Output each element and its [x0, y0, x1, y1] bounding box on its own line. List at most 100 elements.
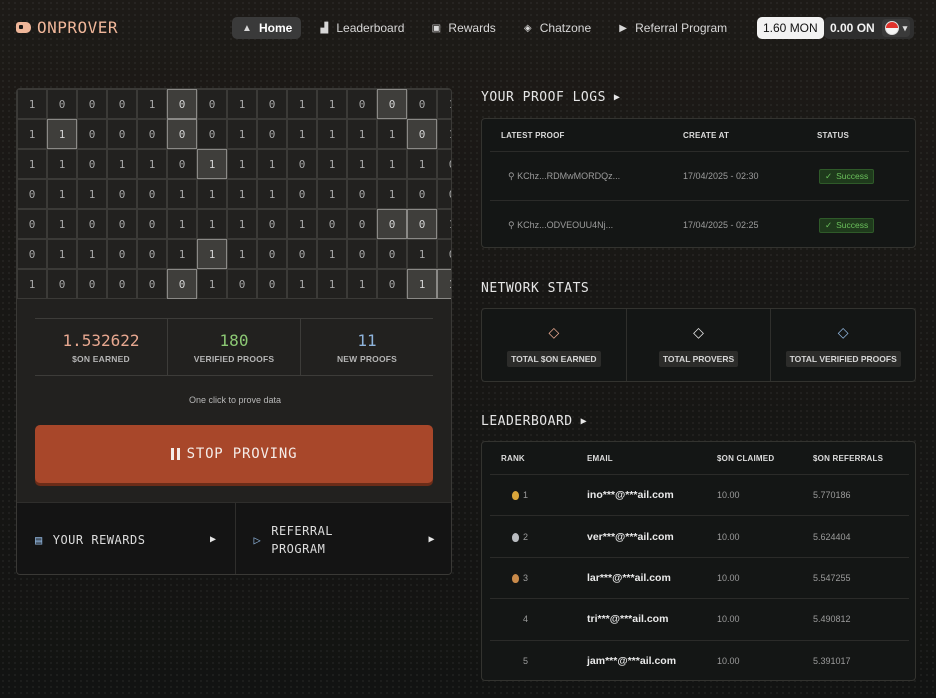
arrow-right-icon: ▶: [580, 416, 588, 427]
logo-text: ONPROVER: [37, 18, 119, 37]
grid-cell: 1: [137, 149, 167, 179]
grid-cell: 1: [407, 149, 437, 179]
grid-cell: 0: [257, 269, 287, 299]
grid-cell: 1: [287, 89, 317, 119]
col-status: STATUS: [817, 130, 850, 140]
your-rewards-label: YOUR REWARDS: [52, 532, 146, 547]
grid-cell: 1: [77, 179, 107, 209]
home-icon: ▲: [242, 22, 252, 34]
grid-cell: 0: [17, 209, 47, 239]
leaderboard-title-text: LEADERBOARD: [481, 414, 573, 429]
grid-cell: 0: [17, 239, 47, 269]
grid-cell: 1: [437, 89, 451, 119]
referral-label-line1: REFERRAL: [271, 523, 334, 538]
grid-cell: 0: [167, 89, 197, 119]
grid-cell: 1: [287, 269, 317, 299]
grid-cell: 1: [227, 149, 257, 179]
grid-cell: 1: [317, 239, 347, 269]
table-row[interactable]: ⚲ KChz...ODVEOUU4Nj... 17/04/2025 - 02:2…: [490, 201, 909, 247]
on-referrals-cell: 5.490812: [813, 614, 851, 625]
grid-cell: 1: [377, 179, 407, 209]
grid-cell: 1: [197, 209, 227, 239]
nav-leaderboard[interactable]: ▟ Leaderboard: [309, 17, 413, 39]
nav-label: Home: [259, 21, 293, 35]
stat-verified-proofs: 180 VERIFIED PROOFS: [167, 319, 300, 375]
rank-value: 3: [523, 572, 529, 583]
proof-logs-title[interactable]: YOUR PROOF LOGS ▶: [481, 90, 620, 105]
grid-cell: 0: [107, 89, 137, 119]
stat-value: 180: [219, 330, 249, 350]
email-cell: ino***@***ail.com: [587, 489, 674, 502]
grid-cell: 1: [167, 179, 197, 209]
grid-cell: 0: [107, 269, 137, 299]
stat-label: NEW PROOFS: [336, 353, 398, 364]
table-row[interactable]: 2 ver***@***ail.com 10.00 5.624404: [490, 516, 909, 558]
grid-cell: 1: [47, 119, 77, 149]
rank-cell: 1: [512, 490, 528, 501]
grid-cell: 1: [257, 149, 287, 179]
prover-stats: 1.532622 $ON EARNED 180 VERIFIED PROOFS …: [35, 318, 433, 376]
medal-icon: [512, 491, 519, 501]
grid-cell: 1: [47, 239, 77, 269]
grid-cell: 0: [77, 89, 107, 119]
table-row[interactable]: ⚲ KChz...RDMwMORDQz... 17/04/2025 - 02:3…: [490, 152, 909, 201]
network-stats-row: ◇ TOTAL $ON EARNED ◇ TOTAL PROVERS ◇ TOT…: [482, 309, 915, 381]
on-referrals-cell: 5.770186: [813, 490, 851, 501]
stat-label: $ON EARNED: [72, 353, 130, 364]
grid-cell: 0: [407, 179, 437, 209]
app-logo[interactable]: ONPROVER: [16, 18, 118, 37]
arrow-right-icon: ▶: [613, 92, 621, 103]
grid-cell: 0: [257, 239, 287, 269]
grid-cell: 1: [227, 179, 257, 209]
table-row[interactable]: 3 lar***@***ail.com 10.00 5.547255: [490, 558, 909, 600]
rank-value: 4: [523, 614, 529, 625]
rank-cell: 4: [523, 614, 528, 624]
grid-cell: 0: [257, 209, 287, 239]
grid-cell: 0: [17, 179, 47, 209]
leaderboard-title[interactable]: LEADERBOARD ▶: [481, 414, 587, 429]
logo-icon: [16, 22, 31, 33]
stop-proving-button[interactable]: STOP PROVING: [35, 425, 433, 483]
grid-cell: 1: [407, 239, 437, 269]
gift-icon: ▣: [431, 22, 442, 34]
nav-rewards[interactable]: ▣ Rewards: [421, 17, 504, 39]
mon-balance[interactable]: 1.60 MON: [757, 17, 824, 39]
nav-home[interactable]: ▲ Home: [232, 17, 302, 39]
language-selector[interactable]: ▾: [881, 19, 911, 37]
grid-cell: 1: [197, 239, 227, 269]
table-row[interactable]: 5 jam***@***ail.com 10.00 5.391017: [490, 641, 909, 680]
status-text: Success: [836, 171, 869, 181]
on-balance-value: 0.00 ON: [830, 21, 875, 35]
grid-cell: 1: [317, 179, 347, 209]
leaderboard-table: RANK EMAIL $ON CLAIMED $ON REFERRALS 1 in…: [481, 441, 916, 681]
grid-cell: 0: [77, 269, 107, 299]
diamond-icon: ◇: [693, 323, 704, 340]
grid-cell: 1: [17, 89, 47, 119]
nav-referral-program[interactable]: ▶ Referral Program: [608, 17, 736, 39]
referral-label-line2: PROGRAM: [271, 541, 326, 556]
diamond-icon: ◇: [837, 323, 849, 340]
proof-hash: KChz...RDMwMORDQz...: [517, 170, 621, 181]
grid-cell: 0: [137, 119, 167, 149]
grid-cell: 1: [227, 119, 257, 149]
nav-chatzone[interactable]: ◈ Chatzone: [513, 17, 600, 39]
table-row[interactable]: 4 tri***@***ail.com 10.00 5.490812: [490, 599, 909, 641]
on-claimed-cell: 10.00: [717, 572, 740, 583]
flag-icon: [884, 21, 899, 35]
referral-program-link[interactable]: ▷ REFERRAL PROGRAM ▶: [234, 503, 452, 574]
on-balance[interactable]: 0.00 ON ▾: [824, 17, 915, 39]
wallet-icon: ▤: [35, 532, 43, 547]
table-header: LATEST PROOF CREATE AT STATUS: [490, 119, 909, 152]
grid-cell: 1: [77, 239, 107, 269]
grid-cell: 0: [107, 209, 137, 239]
grid-cell: 1: [317, 89, 347, 119]
table-row[interactable]: 1 ino***@***ail.com 10.00 5.770186: [490, 475, 909, 517]
grid-cell: 0: [437, 179, 451, 209]
your-rewards-link[interactable]: ▤ YOUR REWARDS ▶: [17, 503, 235, 574]
grid-cell: 1: [197, 269, 227, 299]
grid-cell: 0: [197, 89, 227, 119]
stat-new-proofs: 11 NEW PROOFS: [300, 319, 433, 375]
grid-cell: 0: [437, 149, 451, 179]
grid-cell: 0: [197, 119, 227, 149]
grid-cell: 0: [347, 239, 377, 269]
